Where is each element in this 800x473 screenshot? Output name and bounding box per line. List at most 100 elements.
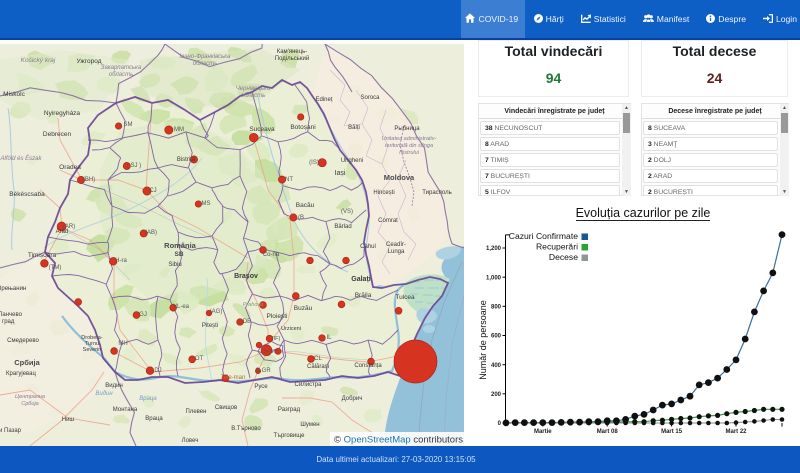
svg-text:(BH): (BH): [83, 177, 95, 183]
svg-text:200: 200: [491, 392, 502, 398]
svg-text:Mart 22: Mart 22: [725, 429, 747, 435]
svg-text:Brașov: Brașov: [234, 273, 258, 280]
svg-text:(AG): (AG): [210, 309, 223, 315]
svg-text:Békéscsaba: Békéscsaba: [9, 191, 45, 198]
svg-text:0: 0: [498, 421, 502, 427]
svg-text:область: область: [241, 93, 265, 99]
svg-text:Cazuri Confirmate: Cazuri Confirmate: [509, 231, 578, 241]
svg-text:MH: MH: [118, 341, 127, 347]
svg-text:CJ: CJ: [149, 188, 156, 194]
svg-text:Враца: Враца: [145, 416, 163, 422]
svg-text:Co-na: Co-na: [263, 252, 280, 258]
svg-text:Sibiu: Sibiu: [168, 262, 181, 268]
svg-text:Constanța: Constanța: [354, 363, 382, 369]
svg-text:Србија: Србија: [14, 358, 40, 367]
svg-text:H-ra: H-ra: [115, 258, 127, 264]
svg-text:Търговище: Търговище: [274, 433, 306, 439]
svg-text:(VS): (VS): [341, 209, 353, 215]
svg-text:Pitești: Pitești: [202, 323, 218, 329]
svg-text:Hincești: Hincești: [373, 190, 394, 196]
svg-text:Смедерево: Смедерево: [7, 338, 39, 344]
svg-text:CL: CL: [314, 356, 322, 362]
svg-text:Ужгород: Ужгород: [77, 58, 102, 65]
svg-text:Nistrului: Nistrului: [399, 150, 420, 156]
svg-text:MS: MS: [202, 201, 211, 207]
svg-text:Lunga: Lunga: [388, 249, 405, 255]
svg-text:Buzău: Buzău: [294, 305, 313, 312]
svg-text:Brăila: Brăila: [355, 292, 372, 299]
svg-text:1,200: 1,200: [486, 246, 502, 252]
svg-text:G.GR: G.GR: [255, 368, 271, 374]
svg-text:Galați: Galați: [351, 276, 371, 283]
svg-text:Зрењанин: Зрењанин: [0, 286, 26, 292]
svg-text:Подільський: Подільський: [275, 55, 309, 62]
svg-text:Martie: Martie: [534, 429, 552, 435]
svg-text:NT: NT: [285, 177, 293, 183]
svg-text:Alföld és Észak: Alföld és Észak: [0, 155, 43, 162]
svg-text:800: 800: [491, 305, 502, 311]
svg-text:Moldova: Moldova: [384, 173, 415, 182]
svg-text:Враца: Враца: [139, 396, 157, 402]
svg-text:© OpenStreetMap contributors.: © OpenStreetMap contributors.: [334, 435, 464, 446]
svg-text:Număr de persoane: Număr de persoane: [478, 300, 488, 380]
svg-text:Urziceni: Urziceni: [281, 326, 301, 332]
svg-text:1,000: 1,000: [486, 275, 502, 281]
svg-text:Русе: Русе: [254, 384, 268, 390]
svg-text:(IF): (IF): [272, 336, 281, 342]
svg-text:Панчево: Панчево: [0, 312, 23, 318]
svg-text:IL: IL: [326, 335, 332, 341]
svg-text:Bălți: Bălți: [348, 125, 360, 131]
svg-text:SB: SB: [174, 251, 183, 258]
svg-text:Кам'янець-: Кам'янець-: [277, 49, 308, 55]
svg-text:В.Търново: В.Търново: [231, 426, 261, 432]
svg-text:MM: MM: [174, 127, 184, 133]
svg-text:(IS): (IS): [309, 160, 319, 166]
svg-text:и Пазар: и Пазар: [0, 428, 22, 434]
svg-text:Debrecen: Debrecen: [43, 131, 72, 138]
svg-text:Prahova: Prahova: [243, 302, 264, 308]
svg-text:SM: SM: [124, 122, 133, 128]
svg-text:Unitatea administrativ-: Unitatea administrativ-: [382, 136, 437, 142]
svg-text:România: România: [164, 241, 197, 250]
svg-text:Mart 15: Mart 15: [661, 429, 683, 435]
svg-text:Шумен: Шумен: [300, 422, 319, 428]
svg-text:область: область: [193, 61, 217, 67]
svg-text:(TM): (TM): [49, 265, 62, 271]
svg-text:(B: (B: [298, 215, 304, 221]
svg-text:Крагујевац: Крагујевац: [6, 371, 36, 377]
svg-text:Тирасполь: Тирасполь: [422, 190, 452, 196]
svg-text:Свищов: Свищов: [215, 405, 237, 411]
svg-text:Mart 08: Mart 08: [597, 429, 619, 435]
svg-text:(AB): (AB): [145, 230, 157, 236]
svg-text:Botoșani: Botoșani: [290, 124, 315, 131]
svg-text:DB: DB: [243, 319, 251, 325]
svg-text:Tele-man: Tele-man: [221, 375, 246, 381]
svg-text:400: 400: [491, 363, 502, 369]
svg-text:Nyiregyháza: Nyiregyháza: [44, 110, 81, 117]
svg-text:Закарпатська: Закарпатська: [101, 65, 142, 71]
svg-text:Suceava: Suceava: [249, 126, 275, 133]
svg-text:Cahul: Cahul: [360, 244, 376, 250]
svg-text:область: область: [109, 72, 133, 78]
svg-text:Плевен: Плевен: [186, 409, 207, 415]
svg-text:Severin: Severin: [83, 347, 102, 353]
svg-text:Чернівецька: Чернівецька: [236, 86, 271, 92]
svg-text:GJ: GJ: [139, 312, 147, 318]
svg-text:град: град: [2, 319, 15, 325]
svg-text:600: 600: [491, 334, 502, 340]
svg-text:Bacău: Bacău: [296, 202, 315, 209]
svg-text:Србија: Србија: [21, 401, 38, 407]
svg-text:Miskolc: Miskolc: [3, 91, 25, 98]
svg-text:Košický kraj: Košický kraj: [21, 57, 56, 64]
svg-text:Силистра: Силистра: [295, 382, 323, 388]
svg-text:Soroca: Soroca: [360, 95, 380, 101]
svg-text:Разград: Разград: [278, 407, 301, 413]
svg-text:(AR): (AR): [63, 224, 75, 230]
svg-text:Ниш: Ниш: [62, 417, 75, 423]
svg-text:Ceadîr-: Ceadîr-: [386, 242, 406, 248]
svg-text:Ungheni: Ungheni: [341, 158, 363, 164]
svg-text:Ловеч: Ловеч: [182, 438, 199, 444]
svg-text:OT: OT: [195, 356, 204, 362]
svg-text:Централна: Централна: [15, 394, 45, 400]
svg-text:Timișoara: Timișoara: [28, 252, 57, 259]
